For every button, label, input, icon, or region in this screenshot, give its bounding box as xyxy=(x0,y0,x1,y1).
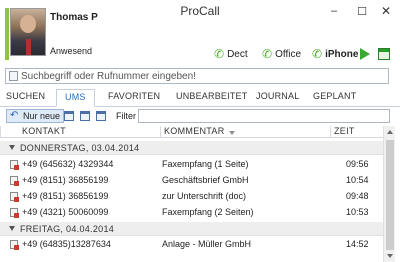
contact-card-icon xyxy=(9,71,18,81)
column-contact[interactable]: KONTAKT xyxy=(22,126,66,136)
cell-comment: zur Unterschrift (doc) xyxy=(162,191,247,201)
device-dect-button[interactable]: ✆ Dect xyxy=(214,47,248,61)
tab-unbearbeitet[interactable]: UNBEARBEITET xyxy=(176,91,247,101)
table-row[interactable]: +49 (4321) 50060099 Faxempfang (2 Seiten… xyxy=(0,206,383,219)
tab-geplant[interactable]: GEPLANT xyxy=(313,91,356,101)
minimize-button[interactable]: – xyxy=(320,0,348,22)
fax-icon xyxy=(10,160,19,170)
cell-comment: Faxempfang (2 Seiten) xyxy=(162,207,254,217)
user-name: Thomas P xyxy=(50,12,98,23)
cell-contact: +49 (64835)13287634 xyxy=(22,239,111,249)
tab-ums[interactable]: UMS xyxy=(56,89,95,107)
collapse-arrow-icon[interactable] xyxy=(9,226,15,231)
sort-desc-icon xyxy=(229,131,235,135)
cell-comment: Anlage - Müller GmbH xyxy=(162,239,252,249)
group-label: FREITAG, 04.04.2014 xyxy=(20,224,115,234)
fax-icon xyxy=(10,176,19,186)
scroll-down-arrow-icon[interactable] xyxy=(387,254,393,258)
toolbar: ↶ Nur neue Filter xyxy=(0,107,400,125)
table-row[interactable]: +49 (8151) 36856199 zur Unterschrift (do… xyxy=(0,190,383,203)
filter-label: Filter xyxy=(116,111,136,121)
presence-indicator xyxy=(5,8,9,60)
avatar-tie xyxy=(26,39,31,55)
group-header[interactable]: DONNERSTAG, 03.04.2014 xyxy=(0,141,383,155)
fax-icon xyxy=(10,192,19,202)
group-label: DONNERSTAG, 03.04.2014 xyxy=(20,143,140,153)
column-comment[interactable]: KOMMENTAR xyxy=(164,126,225,136)
cell-time: 09:48 xyxy=(346,191,369,201)
cell-contact: +49 (4321) 50060099 xyxy=(22,207,109,217)
phone-icon: ✆ xyxy=(262,47,273,61)
search-box xyxy=(5,68,389,84)
device-label: Dect xyxy=(227,48,248,60)
reply-icon: ↶ xyxy=(10,110,19,121)
avatar-face xyxy=(20,15,36,33)
table-row[interactable]: +49 (64835)13287634 Anlage - Müller GmbH… xyxy=(0,238,383,251)
tab-journal[interactable]: JOURNAL xyxy=(256,91,299,101)
scroll-up-arrow-icon[interactable] xyxy=(387,130,393,134)
fax-icon xyxy=(10,208,19,218)
device-label: iPhone xyxy=(325,48,359,60)
cell-contact: +49 (8151) 36856199 xyxy=(22,175,109,185)
cell-time: 09:56 xyxy=(346,159,369,169)
play-icon[interactable] xyxy=(360,48,370,60)
column-time[interactable]: ZEIT xyxy=(334,126,355,136)
tab-suchen[interactable]: SUCHEN xyxy=(6,91,45,101)
device-office-button[interactable]: ✆ Office xyxy=(262,47,301,61)
table-row[interactable]: +49 (645632) 4329344 Faxempfang (1 Seite… xyxy=(0,158,383,171)
column-divider xyxy=(0,126,1,138)
column-divider xyxy=(160,126,161,138)
group-header[interactable]: FREITAG, 04.04.2014 xyxy=(0,222,383,236)
cell-contact: +49 (645632) 4329344 xyxy=(22,159,114,169)
table-header: KONTAKT KOMMENTAR ZEIT xyxy=(0,126,383,138)
fax-icon xyxy=(10,240,19,250)
calendar-icon[interactable] xyxy=(378,48,390,60)
cell-time: 10:54 xyxy=(346,175,369,185)
column-divider xyxy=(330,126,331,138)
cell-time: 10:53 xyxy=(346,207,369,217)
close-button[interactable]: ✕ xyxy=(372,0,400,22)
tab-favoriten[interactable]: FAVORITEN xyxy=(108,91,160,101)
filter-input[interactable] xyxy=(138,109,390,123)
cell-contact: +49 (8151) 36856199 xyxy=(22,191,109,201)
scroll-thumb[interactable] xyxy=(386,140,394,250)
cell-time: 14:52 xyxy=(346,239,369,249)
calendar-month-icon[interactable] xyxy=(96,111,106,121)
device-iphone-button[interactable]: ✆ iPhone xyxy=(312,47,358,61)
collapse-arrow-icon[interactable] xyxy=(9,145,15,150)
phone-icon: ✆ xyxy=(214,47,225,61)
phone-icon: ✆ xyxy=(312,47,323,61)
presence-status[interactable]: Anwesend xyxy=(50,46,92,56)
nur-neue-label: Nur neue xyxy=(23,111,61,121)
calendar-week-icon[interactable] xyxy=(80,111,90,121)
table-row[interactable]: +49 (8151) 36856199 Geschäftsbrief GmbH … xyxy=(0,174,383,187)
vertical-scrollbar[interactable] xyxy=(383,126,395,262)
calendar-day-icon[interactable] xyxy=(64,111,74,121)
nur-neue-button[interactable]: ↶ Nur neue xyxy=(6,109,65,123)
search-input[interactable] xyxy=(21,69,381,83)
device-label: Office xyxy=(275,48,301,60)
tab-bar: SUCHEN UMS FAVORITEN UNBEARBEITET JOURNA… xyxy=(0,89,400,107)
cell-comment: Geschäftsbrief GmbH xyxy=(162,175,249,185)
cell-comment: Faxempfang (1 Seite) xyxy=(162,159,249,169)
avatar[interactable] xyxy=(10,8,46,56)
